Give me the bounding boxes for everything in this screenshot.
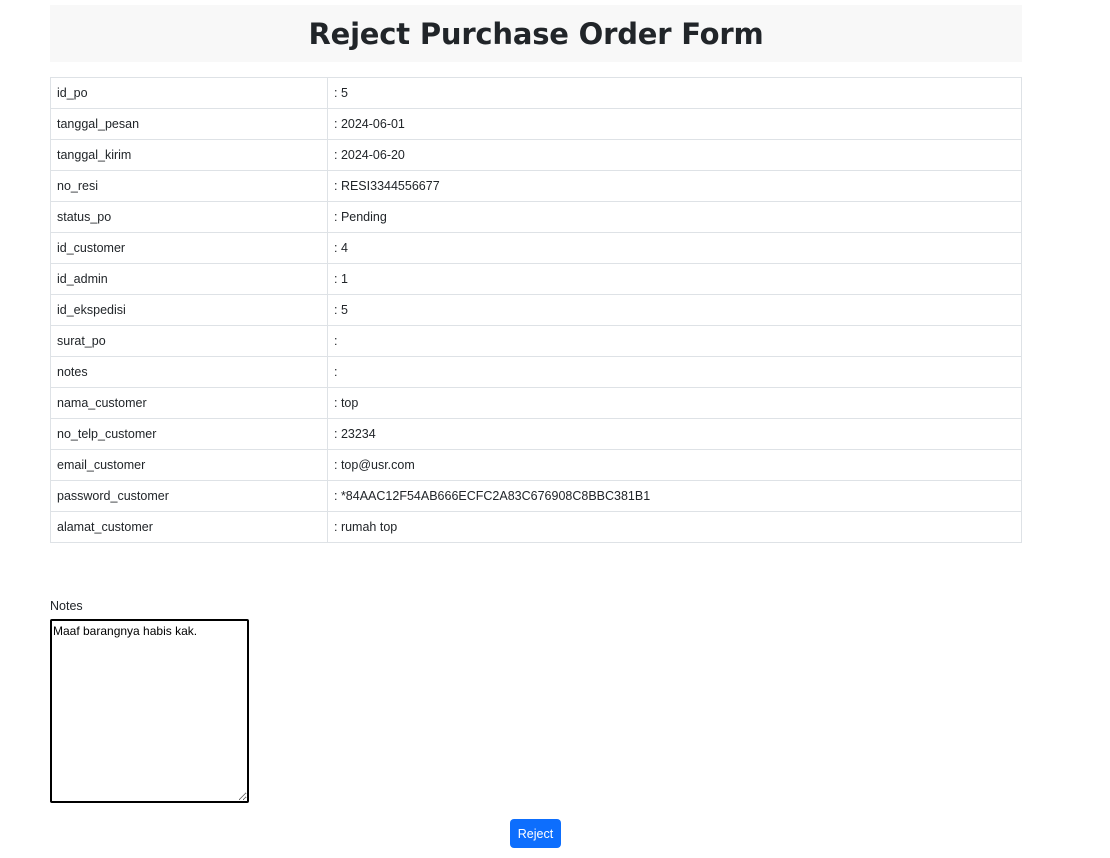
table-row: id_admin: 1: [50, 263, 1022, 295]
field-name-cell: tanggal_pesan: [50, 108, 328, 140]
table-row: alamat_customer: rumah top: [50, 511, 1022, 543]
table-row: tanggal_kirim: 2024-06-20: [50, 139, 1022, 171]
field-name-cell: no_resi: [50, 170, 328, 202]
field-value-cell: : 23234: [327, 418, 1022, 450]
field-name-cell: id_po: [50, 77, 328, 109]
field-value-cell: :: [327, 325, 1022, 357]
field-value-cell: : *84AAC12F54AB666ECFC2A83C676908C8BBC38…: [327, 480, 1022, 512]
table-row: nama_customer: top: [50, 387, 1022, 419]
purchase-order-details-table: id_po: 5 tanggal_pesan: 2024-06-01 tanggal…: [50, 77, 1022, 543]
field-value-cell: : 5: [327, 77, 1022, 109]
field-name-cell: id_customer: [50, 232, 328, 264]
field-name-cell: notes: [50, 356, 328, 388]
field-name-cell: id_ekspedisi: [50, 294, 328, 326]
notes-form-group: Notes Maaf barangnya habis kak.: [50, 599, 249, 803]
notes-textarea[interactable]: Maaf barangnya habis kak.: [50, 619, 249, 803]
notes-label: Notes: [50, 599, 83, 613]
field-name-cell: surat_po: [50, 325, 328, 357]
table-row: no_resi: RESI3344556677: [50, 170, 1022, 202]
page-container: Reject Purchase Order Form id_po: 5 tangg…: [50, 5, 1022, 543]
field-name-cell: nama_customer: [50, 387, 328, 419]
table-row: password_customer: *84AAC12F54AB666ECFC2…: [50, 480, 1022, 512]
field-value-cell: : 2024-06-01: [327, 108, 1022, 140]
table-row: surat_po:: [50, 325, 1022, 357]
field-value-cell: : rumah top: [327, 511, 1022, 543]
details-table-body: id_po: 5 tanggal_pesan: 2024-06-01 tanggal…: [50, 77, 1022, 543]
field-value-cell: : 5: [327, 294, 1022, 326]
reject-button[interactable]: Reject: [510, 819, 561, 848]
field-value-cell: :: [327, 356, 1022, 388]
field-value-cell: : RESI3344556677: [327, 170, 1022, 202]
table-row: email_customer: top@usr.com: [50, 449, 1022, 481]
table-row: status_po: Pending: [50, 201, 1022, 233]
field-name-cell: password_customer: [50, 480, 328, 512]
field-name-cell: tanggal_kirim: [50, 139, 328, 171]
field-name-cell: email_customer: [50, 449, 328, 481]
table-row: id_po: 5: [50, 77, 1022, 109]
field-value-cell: : 4: [327, 232, 1022, 264]
field-value-cell: : top@usr.com: [327, 449, 1022, 481]
table-row: id_ekspedisi: 5: [50, 294, 1022, 326]
field-name-cell: alamat_customer: [50, 511, 328, 543]
field-name-cell: status_po: [50, 201, 328, 233]
page-title: Reject Purchase Order Form: [308, 16, 764, 51]
field-value-cell: : 2024-06-20: [327, 139, 1022, 171]
table-row: id_customer: 4: [50, 232, 1022, 264]
field-value-cell: : 1: [327, 263, 1022, 295]
table-row: tanggal_pesan: 2024-06-01: [50, 108, 1022, 140]
field-value-cell: : Pending: [327, 201, 1022, 233]
title-bar: Reject Purchase Order Form: [50, 5, 1022, 62]
field-name-cell: id_admin: [50, 263, 328, 295]
table-row: notes:: [50, 356, 1022, 388]
field-value-cell: : top: [327, 387, 1022, 419]
field-name-cell: no_telp_customer: [50, 418, 328, 450]
table-row: no_telp_customer: 23234: [50, 418, 1022, 450]
